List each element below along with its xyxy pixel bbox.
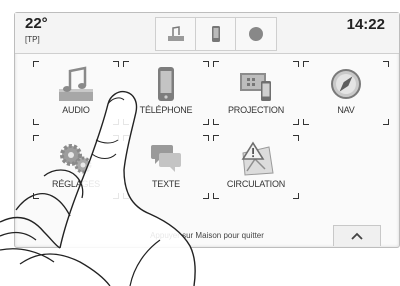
dot-shortcut-button[interactable] [235, 17, 277, 51]
phone-icon [158, 67, 174, 101]
tile-audio[interactable]: AUDIO [33, 61, 119, 125]
compass-icon [331, 69, 361, 99]
dot-shortcut-icon [249, 27, 263, 41]
tile-projection[interactable]: PROJECTION [213, 61, 299, 125]
tile-label: NAV [337, 105, 355, 115]
tile-telephone[interactable]: TÉLÉPHONE [123, 61, 209, 125]
clock: 14:22 [346, 16, 385, 33]
infotainment-screen: 22° [TP] 14:22 AUDIO TÉLÉPHONE PROJECTIO… [14, 12, 400, 248]
status-bar: 22° [TP] 14:22 [15, 13, 399, 54]
audio-icon [59, 66, 93, 101]
temperature-readout: 22° [25, 15, 48, 32]
tile-label: CIRCULATION [226, 179, 286, 189]
projection-icon [240, 73, 271, 101]
tile-reglages[interactable]: RÉGLAGES [33, 135, 119, 199]
tile-circulation[interactable]: CIRCULATION [213, 135, 299, 199]
tile-nav[interactable]: NAV [303, 61, 389, 125]
audio-shortcut-icon [168, 26, 184, 41]
text-message-icon [151, 145, 181, 172]
tile-label: TEXTE [151, 179, 180, 189]
tile-label: RÉGLAGES [52, 179, 100, 189]
traffic-program-tag: [TP] [25, 35, 40, 44]
chevron-up-icon [351, 232, 363, 240]
tile-label: TÉLÉPHONE [139, 105, 193, 115]
tile-label: PROJECTION [227, 105, 284, 115]
scroll-up-button[interactable] [333, 225, 381, 246]
phone-shortcut-icon [212, 26, 220, 42]
phone-shortcut-button[interactable] [195, 17, 237, 51]
tile-label: AUDIO [62, 105, 90, 115]
tile-texte[interactable]: TEXTE [123, 135, 209, 199]
traffic-warning-icon [241, 141, 274, 176]
settings-gears-icon [60, 144, 92, 174]
audio-shortcut-button[interactable] [155, 17, 197, 51]
